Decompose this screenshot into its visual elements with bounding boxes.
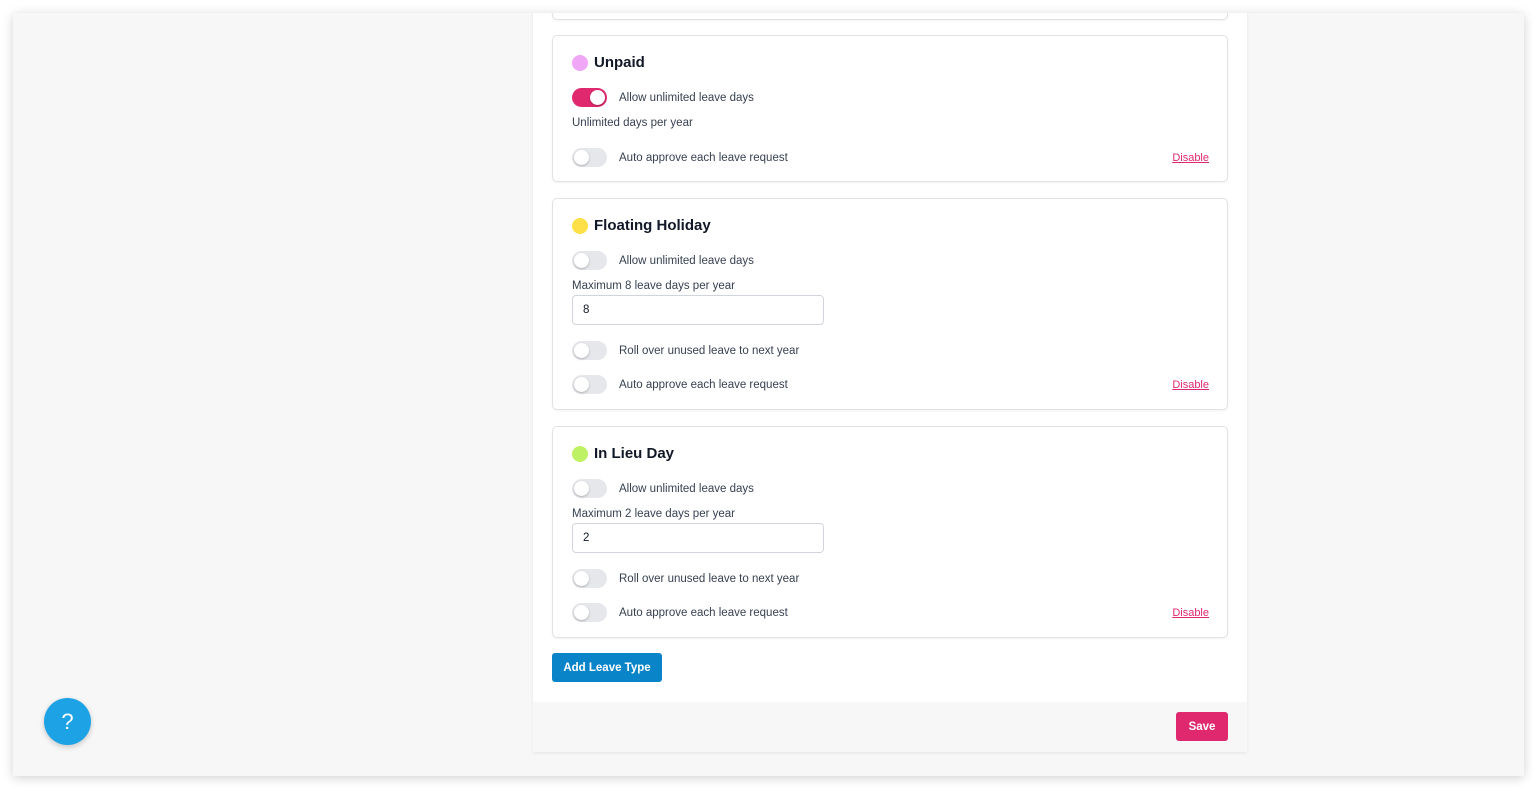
unlimited-days-label: Allow unlimited leave days	[619, 254, 754, 267]
auto-approve-row: Auto approve each leave request	[572, 148, 788, 167]
toggle-knob	[574, 150, 589, 165]
max-days-label: Maximum 2 leave days per year	[572, 508, 735, 520]
leave-color-dot	[572, 445, 588, 462]
rollover-row: Roll over unused leave to next year	[572, 341, 799, 360]
auto-approve-toggle[interactable]	[572, 603, 607, 622]
question-mark-icon: ?	[61, 708, 74, 734]
rollover-label: Roll over unused leave to next year	[619, 572, 800, 585]
unlimited-days-row: Allow unlimited leave days	[572, 251, 754, 270]
leave-type-card-floating-holiday: Floating Holiday Allow unlimited leave d…	[552, 198, 1228, 410]
toggle-knob	[574, 253, 589, 268]
leave-color-dot	[572, 217, 588, 234]
leave-type-header: In Lieu Day	[572, 445, 674, 462]
save-button[interactable]: Save	[1176, 712, 1228, 741]
unlimited-days-toggle[interactable]	[572, 479, 607, 498]
toggle-knob	[574, 377, 589, 392]
toggle-knob	[574, 343, 589, 358]
unlimited-days-toggle[interactable]	[572, 88, 607, 107]
disable-link[interactable]: Disable	[1172, 607, 1209, 619]
leave-color-dot	[572, 54, 588, 71]
leave-type-name: In Lieu Day	[594, 445, 675, 462]
auto-approve-row: Auto approve each leave request	[572, 375, 788, 394]
previous-leave-type-card	[552, 13, 1228, 20]
disable-link[interactable]: Disable	[1172, 152, 1209, 164]
rollover-label: Roll over unused leave to next year	[619, 344, 800, 357]
leave-types-panel: Unpaid Allow unlimited leave days Unlimi…	[533, 13, 1247, 752]
auto-approve-row: Auto approve each leave request	[572, 603, 788, 622]
auto-approve-label: Auto approve each leave request	[619, 378, 788, 391]
max-days-input[interactable]	[572, 295, 824, 325]
unlimited-days-toggle[interactable]	[572, 251, 607, 270]
auto-approve-label: Auto approve each leave request	[619, 606, 788, 619]
unlimited-days-label: Allow unlimited leave days	[619, 482, 754, 495]
rollover-toggle[interactable]	[572, 569, 607, 588]
max-days-input[interactable]	[572, 523, 824, 553]
disable-link[interactable]: Disable	[1172, 379, 1209, 391]
days-per-year-text: Unlimited days per year	[572, 117, 693, 129]
unlimited-days-label: Allow unlimited leave days	[619, 91, 754, 104]
leave-type-name: Floating Holiday	[594, 217, 711, 234]
toggle-knob	[574, 481, 589, 496]
leave-type-card-in-lieu-day: In Lieu Day Allow unlimited leave days M…	[552, 426, 1228, 638]
toggle-knob	[590, 90, 605, 105]
auto-approve-label: Auto approve each leave request	[619, 151, 788, 164]
unlimited-days-row: Allow unlimited leave days	[572, 88, 754, 107]
toggle-knob	[574, 605, 589, 620]
leave-type-card-unpaid: Unpaid Allow unlimited leave days Unlimi…	[552, 35, 1228, 182]
auto-approve-toggle[interactable]	[572, 148, 607, 167]
leave-type-header: Unpaid	[572, 54, 645, 71]
rollover-toggle[interactable]	[572, 341, 607, 360]
max-days-label: Maximum 8 leave days per year	[572, 280, 735, 292]
app-window: Unpaid Allow unlimited leave days Unlimi…	[13, 13, 1524, 776]
toggle-knob	[574, 571, 589, 586]
leave-type-header: Floating Holiday	[572, 217, 711, 234]
auto-approve-toggle[interactable]	[572, 375, 607, 394]
rollover-row: Roll over unused leave to next year	[572, 569, 799, 588]
help-button[interactable]: ?	[44, 698, 91, 745]
form-footer: Save	[533, 702, 1247, 752]
add-leave-type-button[interactable]: Add Leave Type	[552, 653, 662, 682]
unlimited-days-row: Allow unlimited leave days	[572, 479, 754, 498]
leave-type-name: Unpaid	[594, 54, 645, 71]
